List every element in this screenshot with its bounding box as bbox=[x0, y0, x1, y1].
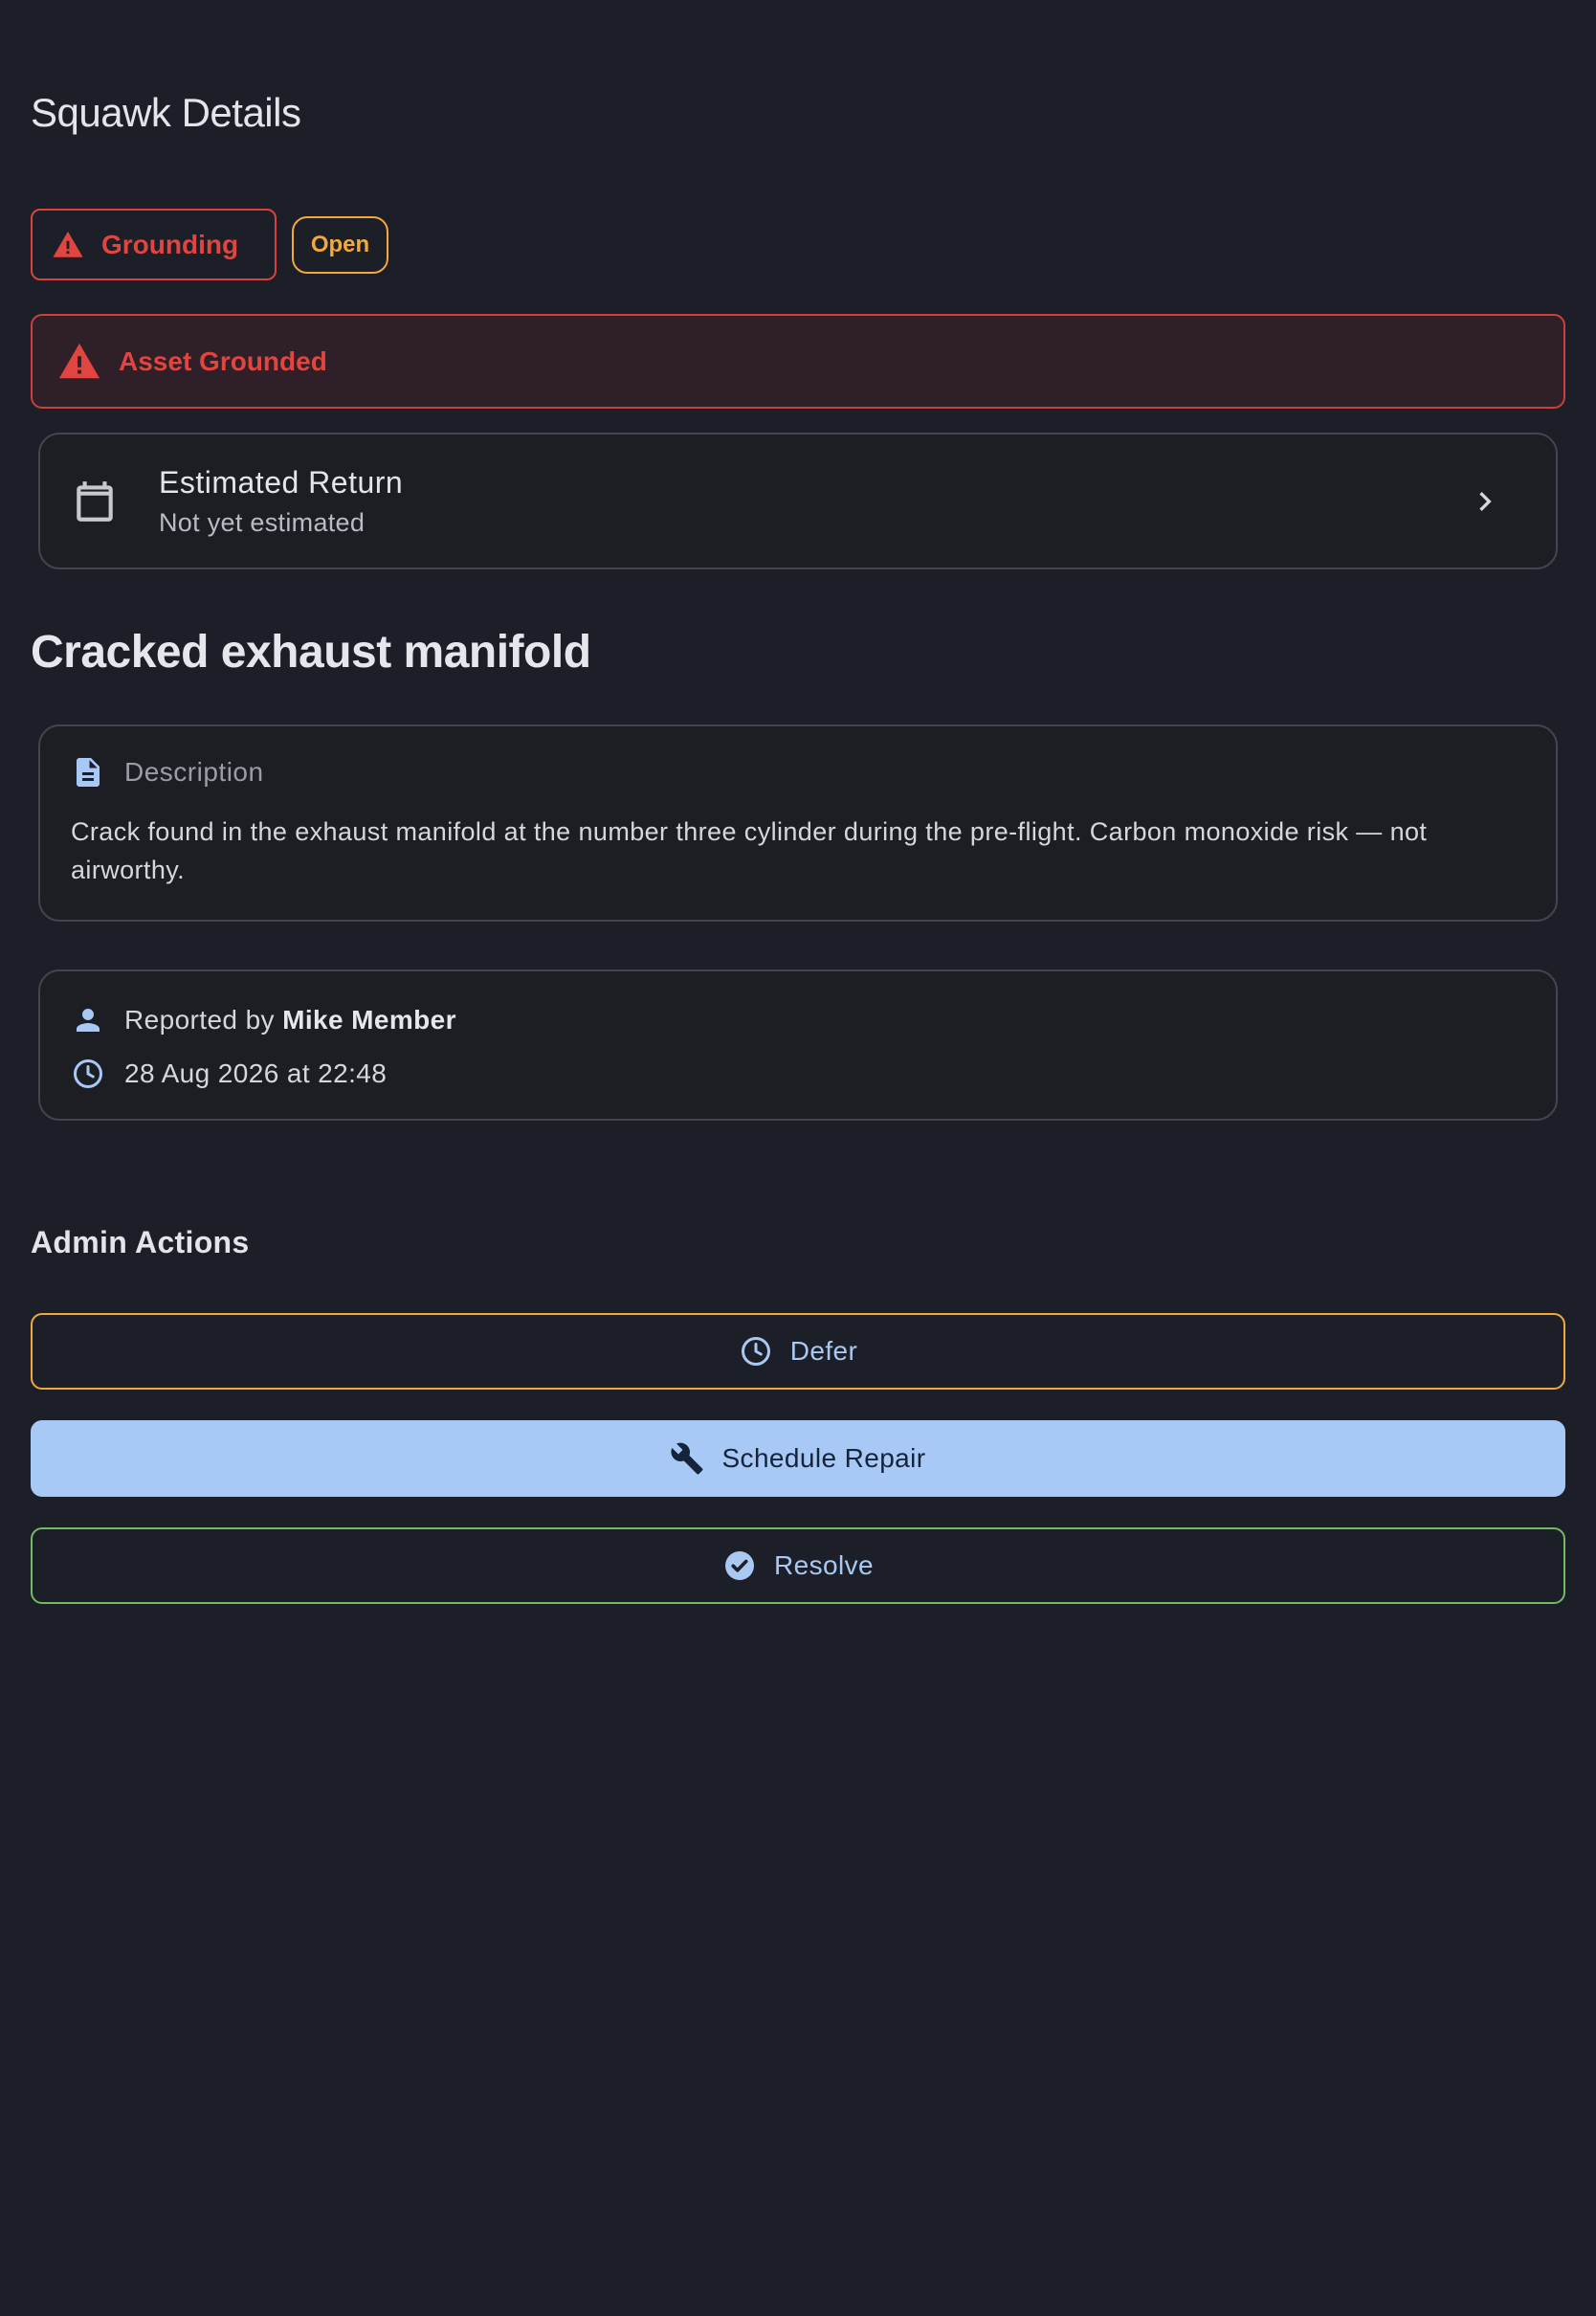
reporter-name: Mike Member bbox=[282, 1005, 456, 1035]
description-card: Description Crack found in the exhaust m… bbox=[38, 724, 1558, 922]
estimated-return-title: Estimated Return bbox=[159, 464, 404, 500]
reporter-prefix: Reported by bbox=[124, 1005, 283, 1035]
calendar-icon bbox=[77, 480, 113, 522]
squawk-details-page: Squawk Details Grounding Open Asset Grou… bbox=[0, 0, 1596, 2316]
estimated-return-text: Estimated Return Not yet estimated bbox=[159, 465, 1466, 538]
severity-label: Grounding bbox=[101, 229, 239, 259]
description-header: Description bbox=[71, 755, 1525, 790]
schedule-repair-button[interactable]: Schedule Repair bbox=[31, 1420, 1565, 1497]
person-icon bbox=[77, 1009, 100, 1032]
clock-icon bbox=[74, 1059, 102, 1088]
clock-icon bbox=[741, 1337, 770, 1366]
warning-triangle-icon bbox=[53, 231, 83, 257]
reporter-text: Reported by Mike Member bbox=[124, 1005, 456, 1036]
chevron-right-icon[interactable] bbox=[1466, 482, 1504, 521]
grounded-alert-banner: Asset Grounded bbox=[31, 314, 1565, 409]
status-badge: Open bbox=[292, 215, 388, 274]
description-text: Crack found in the exhaust manifold at t… bbox=[71, 817, 1428, 884]
warning-triangle-icon bbox=[58, 343, 100, 378]
timestamp-row: 28 Aug 2026 at 22:48 bbox=[71, 1054, 1525, 1094]
wrench-icon bbox=[671, 1442, 703, 1475]
resolve-label: Resolve bbox=[774, 1550, 874, 1580]
page-title: Squawk Details bbox=[31, 90, 301, 135]
document-icon bbox=[77, 758, 100, 787]
check-circle-icon bbox=[725, 1551, 755, 1580]
severity-badge: Grounding bbox=[31, 209, 277, 280]
resolve-button[interactable]: Resolve bbox=[31, 1527, 1565, 1604]
defer-label: Defer bbox=[789, 1336, 858, 1366]
report-meta-card: Reported by Mike Member 28 Aug 2026 at 2… bbox=[38, 969, 1558, 1121]
admin-actions-title: Admin Actions bbox=[31, 1225, 250, 1259]
reported-timestamp: 28 Aug 2026 at 22:48 bbox=[124, 1058, 388, 1088]
estimated-return-card[interactable]: Estimated Return Not yet estimated bbox=[38, 433, 1558, 569]
estimated-return-value: Not yet estimated bbox=[159, 507, 366, 537]
status-chip-row: Grounding Open bbox=[31, 209, 388, 280]
schedule-repair-label: Schedule Repair bbox=[721, 1443, 926, 1473]
description-label: Description bbox=[124, 757, 264, 787]
grounded-alert-text: Asset Grounded bbox=[119, 345, 327, 376]
reporter-row: Reported by Mike Member bbox=[71, 1000, 1525, 1040]
squawk-title: Cracked exhaust manifold bbox=[31, 627, 591, 678]
defer-button[interactable]: Defer bbox=[31, 1313, 1565, 1390]
